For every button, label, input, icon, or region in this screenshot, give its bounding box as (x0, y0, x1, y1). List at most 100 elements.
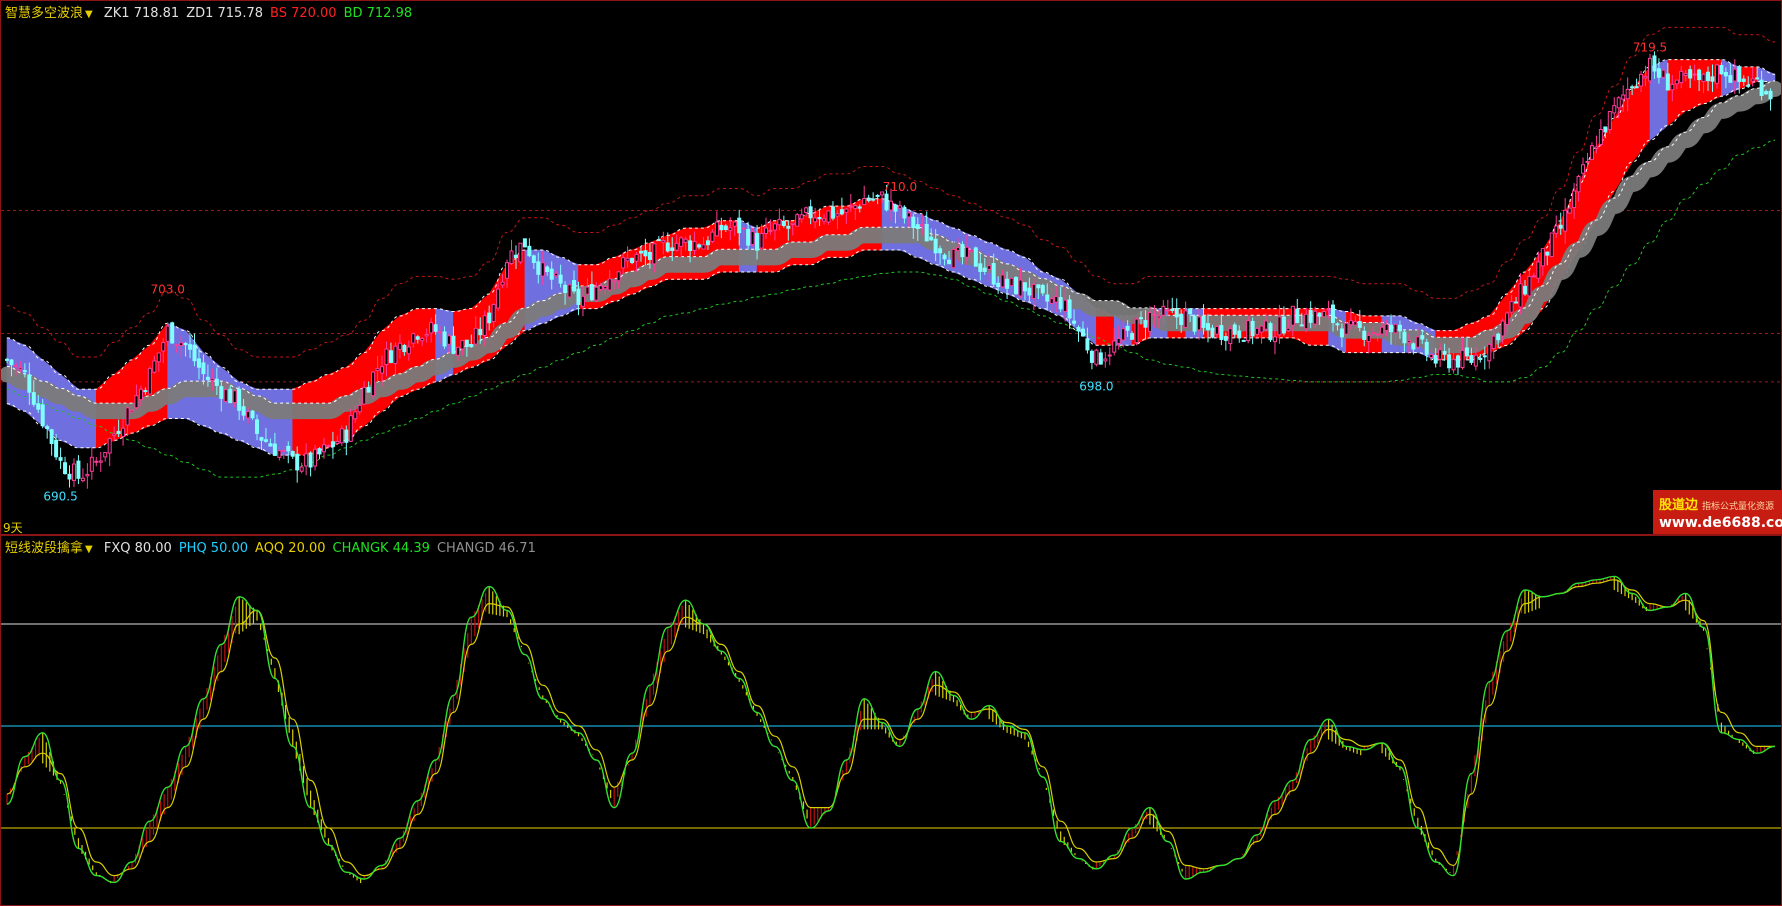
candle-body (317, 448, 322, 455)
main-header-value-2: BS 720.00 (270, 6, 337, 21)
candle-body (94, 460, 99, 463)
candle-body (768, 229, 773, 232)
candle-body (80, 477, 85, 482)
candle-body (1665, 73, 1670, 91)
candle-body (509, 250, 514, 265)
candle-body (1674, 79, 1679, 85)
candle-body (388, 350, 393, 363)
candle-body (1652, 55, 1657, 72)
candle-body (1522, 285, 1527, 295)
candle-body (1719, 64, 1724, 75)
candle-body (576, 288, 581, 305)
candle-body (1429, 354, 1434, 358)
candle-body (732, 221, 737, 227)
candle-body (1241, 339, 1246, 342)
candle-body (237, 388, 242, 411)
candle-body (973, 247, 978, 267)
main-header-value-1: ZD1 715.78 (186, 6, 263, 21)
chevron-down-icon[interactable]: ▼ (85, 544, 93, 555)
price-annotation: 690.5 (43, 489, 77, 503)
candle-body (795, 214, 800, 227)
candle-body (58, 457, 63, 461)
candle-body (1259, 325, 1264, 333)
main-price-panel[interactable]: 智慧多空波浪 ▼ ZK1 718.81 ZD1 715.78 BS 720.00 BD … (0, 0, 1782, 535)
oscillator-chart-svg (1, 575, 1781, 884)
candle-body (1264, 320, 1269, 330)
candle-body (1536, 261, 1541, 279)
candle-body (1603, 126, 1608, 133)
candle-body (964, 246, 969, 258)
candle-body (201, 362, 206, 375)
candle-body (1509, 301, 1514, 313)
candle-body (603, 286, 608, 290)
candle-body (330, 441, 335, 448)
candle-body (219, 386, 224, 399)
candle-body (625, 257, 630, 262)
candle-body (951, 248, 956, 269)
candle-body (174, 343, 179, 346)
candle-body (598, 285, 603, 290)
candle-body (161, 342, 166, 352)
candle-body (661, 240, 666, 243)
candle-body (1567, 207, 1572, 214)
candle-body (397, 342, 402, 350)
candle-body (308, 452, 313, 468)
candle-body (54, 439, 59, 458)
candle-body (1246, 320, 1251, 342)
candle-body (674, 242, 679, 251)
candle-body (1764, 91, 1769, 95)
candle-body (1098, 352, 1103, 365)
candle-body (536, 261, 541, 275)
candle-body (246, 411, 251, 419)
price-annotation: 698.0 (1079, 380, 1113, 394)
candle-body (1063, 299, 1068, 312)
sub-indicator-name[interactable]: 短线波段擒拿 (5, 541, 83, 556)
candle-body (1223, 336, 1228, 341)
candle-body (1478, 357, 1483, 361)
candle-body (875, 194, 880, 197)
candle-body (862, 197, 867, 206)
candle-body (1094, 349, 1099, 365)
candle-body (652, 243, 657, 265)
main-indicator-name[interactable]: 智慧多空波浪 (5, 6, 83, 21)
candle-body (1080, 328, 1085, 337)
candle-body (1210, 327, 1215, 338)
candle-body (277, 450, 282, 458)
candle-body (697, 244, 702, 248)
candle-body (214, 378, 219, 386)
candle-body (638, 250, 643, 254)
candle-body (781, 221, 786, 227)
candle-body (76, 460, 81, 479)
candle-body (1250, 320, 1255, 337)
candle-body (929, 236, 934, 241)
candle-body (9, 359, 14, 366)
candle-body (1714, 64, 1719, 84)
sub-indicator-header: 短线波段擒拿 ▼ FXQ 80.00 PHQ 50.00 AQQ 20.00 CHANG… (5, 537, 550, 556)
chevron-down-icon[interactable]: ▼ (85, 9, 93, 20)
candle-body (1134, 318, 1139, 344)
candle-body (45, 426, 50, 429)
candle-body (960, 244, 965, 258)
candle-body (889, 200, 893, 211)
candle-body (1607, 111, 1612, 131)
candle-body (1040, 285, 1045, 294)
candle-body (572, 279, 577, 292)
candle-body (621, 257, 626, 269)
candle-body (103, 452, 108, 458)
candle-body (741, 227, 746, 230)
oscillator-panel[interactable]: 短线波段擒拿 ▼ FXQ 80.00 PHQ 50.00 AQQ 20.00 CHANG… (0, 535, 1782, 906)
candle-body (1464, 347, 1469, 357)
candle-body (1188, 308, 1193, 315)
candle-body (1018, 279, 1023, 297)
candle-body (750, 231, 755, 246)
candle-body (1647, 57, 1652, 82)
trading-chart-window: 智慧多空波浪 ▼ ZK1 718.81 ZD1 715.78 BS 720.00 BD … (0, 0, 1782, 906)
candle-body (384, 348, 389, 366)
candle-body (130, 410, 135, 413)
candle-body (1563, 209, 1568, 232)
candle-body (1411, 343, 1416, 350)
candle-body (558, 274, 563, 284)
candle-body (1286, 327, 1291, 332)
candle-body (1625, 88, 1630, 100)
candle-body (487, 312, 492, 324)
